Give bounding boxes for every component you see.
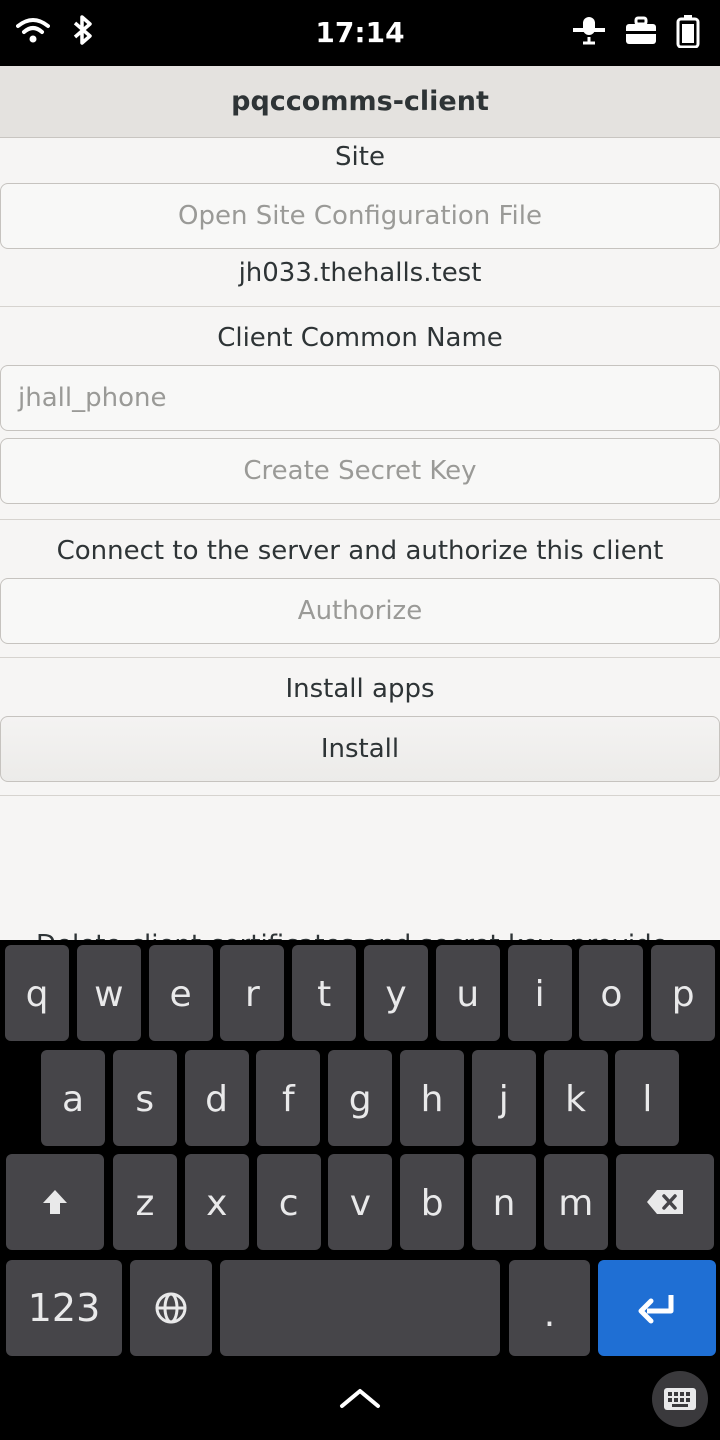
site-section: Site Open Site Configuration File jh033.… <box>0 138 720 307</box>
language-key[interactable] <box>130 1260 212 1356</box>
open-site-config-button[interactable]: Open Site Configuration File <box>0 183 720 249</box>
site-label: Site <box>335 142 385 172</box>
key-w[interactable]: w <box>76 945 141 1041</box>
authorize-label: Connect to the server and authorize this… <box>56 536 664 566</box>
chevron-up-icon[interactable] <box>338 1386 382 1410</box>
window-title: pqccomms-client <box>231 86 489 117</box>
key-e[interactable]: e <box>148 945 213 1041</box>
key-r[interactable]: r <box>220 945 285 1041</box>
backspace-icon <box>647 1190 683 1214</box>
client-common-name-label: Client Common Name <box>217 323 503 353</box>
key-a[interactable]: a <box>41 1050 105 1146</box>
key-v[interactable]: v <box>328 1154 393 1250</box>
key-g[interactable]: g <box>328 1050 393 1146</box>
install-button[interactable]: Install <box>0 716 720 782</box>
key-k[interactable]: k <box>543 1050 608 1146</box>
keyboard-bottom-bar <box>0 1370 720 1440</box>
enter-key[interactable] <box>598 1260 716 1356</box>
key-p[interactable]: p <box>651 945 716 1041</box>
header-bar: pqccomms-client <box>0 66 720 138</box>
briefcase-icon <box>626 16 656 44</box>
key-h[interactable]: h <box>400 1050 464 1146</box>
client-name-section: Client Common Name jhall_phone Create Se… <box>0 307 720 520</box>
key-x[interactable]: x <box>184 1154 249 1250</box>
key-q[interactable]: q <box>5 945 69 1041</box>
key-l[interactable]: l <box>615 1050 680 1146</box>
shift-key[interactable] <box>6 1154 104 1250</box>
status-bar: 17:14 <box>0 0 720 66</box>
authorize-button[interactable]: Authorize <box>0 578 720 644</box>
key-j[interactable]: j <box>471 1050 536 1146</box>
key-s[interactable]: s <box>112 1050 177 1146</box>
enter-icon <box>638 1295 674 1324</box>
space-key[interactable] <box>220 1260 500 1356</box>
key-m[interactable]: m <box>543 1154 608 1250</box>
key-o[interactable]: o <box>579 945 644 1041</box>
app-window: pqccomms-client Site Open Site Configura… <box>0 66 720 940</box>
create-secret-key-button[interactable]: Create Secret Key <box>0 438 720 504</box>
backspace-key[interactable] <box>616 1154 714 1250</box>
client-common-name-input[interactable]: jhall_phone <box>0 365 720 431</box>
keyboard-icon <box>664 1388 696 1410</box>
key-n[interactable]: n <box>472 1154 536 1250</box>
key-y[interactable]: y <box>364 945 428 1041</box>
battery-icon <box>676 15 700 48</box>
key-c[interactable]: c <box>256 1154 321 1250</box>
install-section: Install apps Install <box>0 658 720 796</box>
key-i[interactable]: i <box>507 945 572 1041</box>
period-key[interactable]: . <box>509 1260 590 1356</box>
key-d[interactable]: d <box>184 1050 249 1146</box>
key-f[interactable]: f <box>256 1050 321 1146</box>
mic-off-icon <box>573 17 605 45</box>
on-screen-keyboard: 123 . qwertyuiop asdfghjkl z x c v b n m <box>0 940 720 1440</box>
key-z[interactable]: z <box>113 1154 177 1250</box>
globe-icon <box>155 1292 187 1324</box>
key-b[interactable]: b <box>400 1154 465 1250</box>
keyboard-toggle-button[interactable] <box>652 1371 708 1427</box>
site-value: jh033.thehalls.test <box>238 258 482 288</box>
numbers-key[interactable]: 123 <box>6 1260 122 1356</box>
key-u[interactable]: u <box>435 945 500 1041</box>
shift-arrow-icon <box>43 1190 67 1214</box>
key-t[interactable]: t <box>292 945 357 1041</box>
install-apps-label: Install apps <box>285 674 435 704</box>
obscured-description: Delete client certificates and secret ke… <box>36 930 720 940</box>
authorize-section: Connect to the server and authorize this… <box>0 520 720 658</box>
